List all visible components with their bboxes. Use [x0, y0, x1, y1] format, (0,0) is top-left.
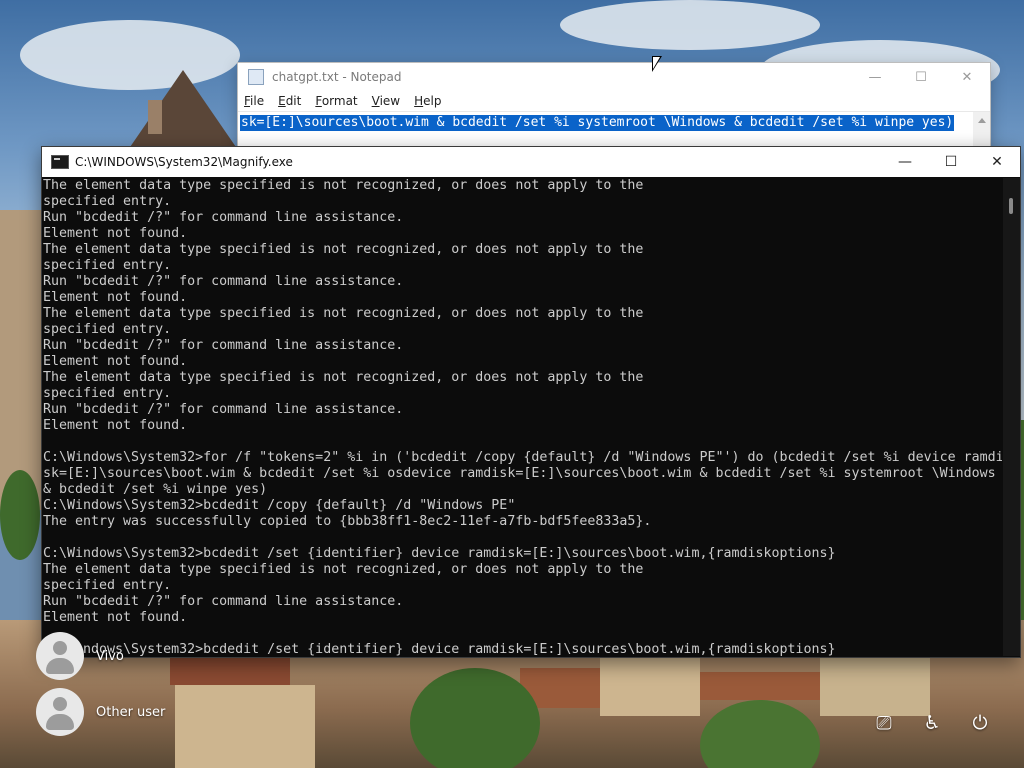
mouse-cursor-icon — [652, 56, 662, 72]
minimize-button[interactable]: — — [852, 63, 898, 91]
notepad-menubar: File Edit Format View Help — [238, 91, 990, 111]
console-line: C:\Windows\System32>bcdedit /set {identi… — [43, 642, 836, 656]
console-output[interactable]: The element data type specified is not r… — [42, 178, 1002, 656]
console-title: C:\WINDOWS\System32\Magnify.exe — [75, 155, 293, 169]
notepad-app-icon — [248, 69, 264, 85]
console-line: Element not found. — [43, 354, 188, 369]
roof — [700, 672, 820, 700]
scroll-up-arrow-icon[interactable] — [977, 118, 986, 123]
console-line: specified entry. — [43, 194, 172, 209]
console-line: specified entry. — [43, 258, 172, 273]
cmd-icon — [51, 155, 69, 169]
close-button[interactable]: ✕ — [974, 147, 1020, 177]
menu-file[interactable]: File — [244, 94, 264, 108]
console-line: Run "bcdedit /?" for command line assist… — [43, 338, 404, 353]
console-line: sk=[E:]\sources\boot.wim & bcdedit /set … — [43, 466, 996, 481]
console-line: The element data type specified is not r… — [43, 178, 644, 193]
network-icon[interactable]: ⎚ — [866, 705, 902, 741]
console-line: & bcdedit /set %i winpe yes) — [43, 482, 268, 497]
console-line: The element data type specified is not r… — [43, 242, 644, 257]
console-line: Element not found. — [43, 418, 188, 433]
notepad-titlebar[interactable]: chatgpt.txt - Notepad — ☐ ✕ — [238, 63, 990, 91]
user-name: Vivo — [96, 648, 124, 664]
console-line: The element data type specified is not r… — [43, 562, 644, 577]
lock-screen-tray: ⎚ ♿ ⏻ — [866, 705, 998, 741]
user-tile-vivo[interactable]: Vivo — [36, 632, 124, 680]
close-button[interactable]: ✕ — [944, 63, 990, 91]
console-line: The element data type specified is not r… — [43, 370, 644, 385]
console-line: Run "bcdedit /?" for command line assist… — [43, 594, 404, 609]
tower-roof — [128, 70, 238, 150]
power-icon[interactable]: ⏻ — [962, 705, 998, 741]
menu-view[interactable]: View — [372, 94, 400, 108]
console-line: The element data type specified is not r… — [43, 306, 644, 321]
console-line: C:\Windows\System32>bcdedit /set {identi… — [43, 546, 836, 561]
console-line: Element not found. — [43, 610, 188, 625]
avatar — [36, 688, 84, 736]
console-line: Run "bcdedit /?" for command line assist… — [43, 402, 404, 417]
tree — [410, 668, 540, 768]
console-window[interactable]: C:\WINDOWS\System32\Magnify.exe — ☐ ✕ Th… — [41, 146, 1021, 658]
avatar — [36, 632, 84, 680]
chimney — [148, 100, 162, 134]
console-line: specified entry. — [43, 322, 172, 337]
console-titlebar[interactable]: C:\WINDOWS\System32\Magnify.exe — ☐ ✕ — [42, 147, 1020, 177]
console-scrollbar[interactable] — [1003, 178, 1020, 656]
console-line: Element not found. — [43, 290, 188, 305]
console-lines: The element data type specified is not r… — [42, 178, 1002, 656]
console-line: The entry was successfully copied to {bb… — [43, 514, 652, 529]
accessibility-icon[interactable]: ♿ — [914, 705, 950, 741]
selected-text[interactable]: sk=[E:]\sources\boot.wim & bcdedit /set … — [240, 115, 955, 131]
notepad-title: chatgpt.txt - Notepad — [272, 70, 402, 84]
tree — [0, 470, 40, 560]
console-line: Element not found. — [43, 226, 188, 241]
maximize-button[interactable]: ☐ — [928, 147, 974, 177]
menu-edit[interactable]: Edit — [278, 94, 301, 108]
console-line: C:\Windows\System32>for /f "tokens=2" %i… — [43, 450, 1002, 465]
cloud — [560, 0, 820, 50]
console-line: Run "bcdedit /?" for command line assist… — [43, 274, 404, 289]
user-name: Other user — [96, 704, 166, 720]
user-tile-other-user[interactable]: Other user — [36, 688, 165, 736]
house-wall — [600, 656, 700, 716]
menu-format[interactable]: Format — [315, 94, 357, 108]
console-line: specified entry. — [43, 578, 172, 593]
scrollbar-thumb[interactable] — [1009, 198, 1013, 214]
menu-help[interactable]: Help — [414, 94, 441, 108]
console-line: specified entry. — [43, 386, 172, 401]
house-wall — [175, 685, 315, 768]
console-line: Run "bcdedit /?" for command line assist… — [43, 210, 404, 225]
console-line: C:\Windows\System32>bcdedit /copy {defau… — [43, 498, 516, 513]
roof — [170, 655, 290, 685]
maximize-button[interactable]: ☐ — [898, 63, 944, 91]
minimize-button[interactable]: — — [882, 147, 928, 177]
